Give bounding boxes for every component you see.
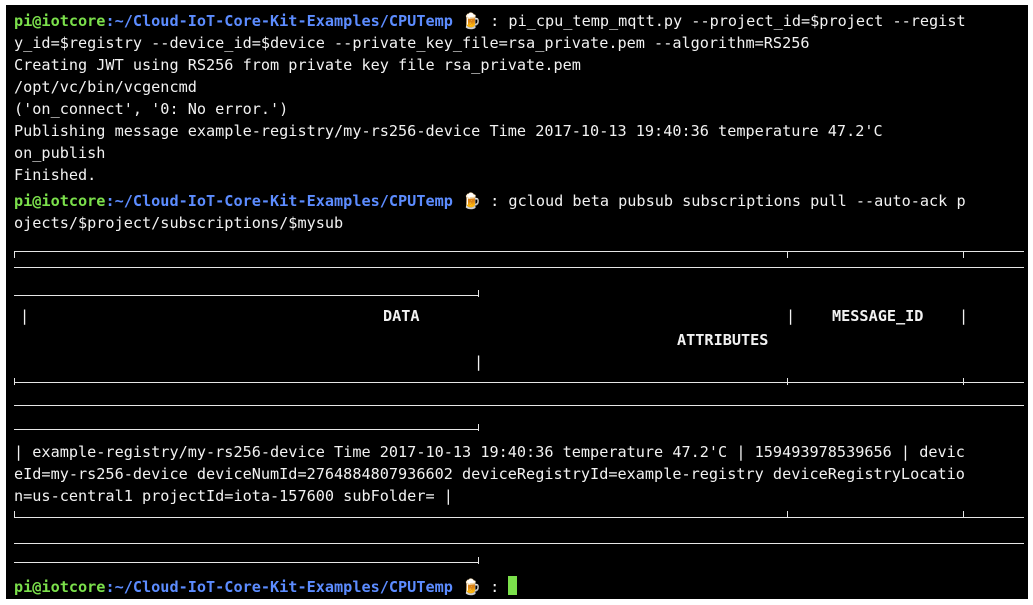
table-header-data: DATA	[383, 307, 420, 325]
beer-icon: 🍺	[462, 578, 481, 596]
output-line: ('on_connect', '0: No error.')	[14, 100, 289, 118]
beer-icon: 🍺	[462, 12, 481, 30]
prompt-user-host: pi@iotcore	[14, 192, 106, 210]
command-text: gcloud beta pubsub subscriptions pull --…	[508, 192, 966, 210]
output-line: on_publish	[14, 144, 106, 162]
prompt-path: :~/Cloud-IoT-Core-Kit-Examples/CPUTemp	[105, 12, 453, 30]
table-pipe: |	[786, 307, 796, 325]
prompt-path: :~/Cloud-IoT-Core-Kit-Examples/CPUTemp	[105, 192, 453, 210]
command-text: pi_cpu_temp_mqtt.py --project_id=$projec…	[508, 12, 966, 30]
command-text: y_id=$registry --device_id=$device --pri…	[14, 34, 810, 52]
prompt-path: :~/Cloud-IoT-Core-Kit-Examples/CPUTemp	[105, 578, 453, 596]
table-pipe: |	[20, 307, 30, 325]
table-pipe: |	[474, 353, 484, 371]
prompt-separator: :	[480, 192, 509, 210]
table-header-attributes: ATTRIBUTES	[677, 331, 769, 349]
output-line: Creating JWT using RS256 from private ke…	[14, 56, 581, 74]
prompt-user-host: pi@iotcore	[14, 578, 106, 596]
command-text: ojects/$project/subscriptions/$mysub	[14, 214, 344, 232]
table-header-message-id: MESSAGE_ID	[832, 307, 924, 325]
terminal-line: pi@iotcore:~/Cloud-IoT-Core-Kit-Examples…	[14, 10, 966, 32]
table-row: n=us-central1 projectId=iota-157600 subF…	[14, 487, 453, 505]
table-pipe: |	[959, 307, 969, 325]
prompt-separator: :	[480, 578, 509, 596]
prompt-separator: :	[480, 12, 509, 30]
beer-icon: 🍺	[462, 192, 481, 210]
output-line: /opt/vc/bin/vcgencmd	[14, 78, 197, 96]
output-line: Finished.	[14, 166, 97, 184]
table-row: | example-registry/my-rs256-device Time …	[14, 443, 965, 461]
prompt-user-host: pi@iotcore	[14, 12, 106, 30]
table-row: eId=my-rs256-device deviceNumId=27648848…	[14, 465, 965, 483]
output-line: Publishing message example-registry/my-r…	[14, 122, 883, 140]
text-cursor[interactable]	[508, 576, 518, 595]
terminal-line: pi@iotcore:~/Cloud-IoT-Core-Kit-Examples…	[14, 190, 966, 212]
terminal-line: pi@iotcore:~/Cloud-IoT-Core-Kit-Examples…	[14, 576, 518, 598]
terminal-window[interactable]: pi@iotcore:~/Cloud-IoT-Core-Kit-Examples…	[6, 5, 1028, 599]
